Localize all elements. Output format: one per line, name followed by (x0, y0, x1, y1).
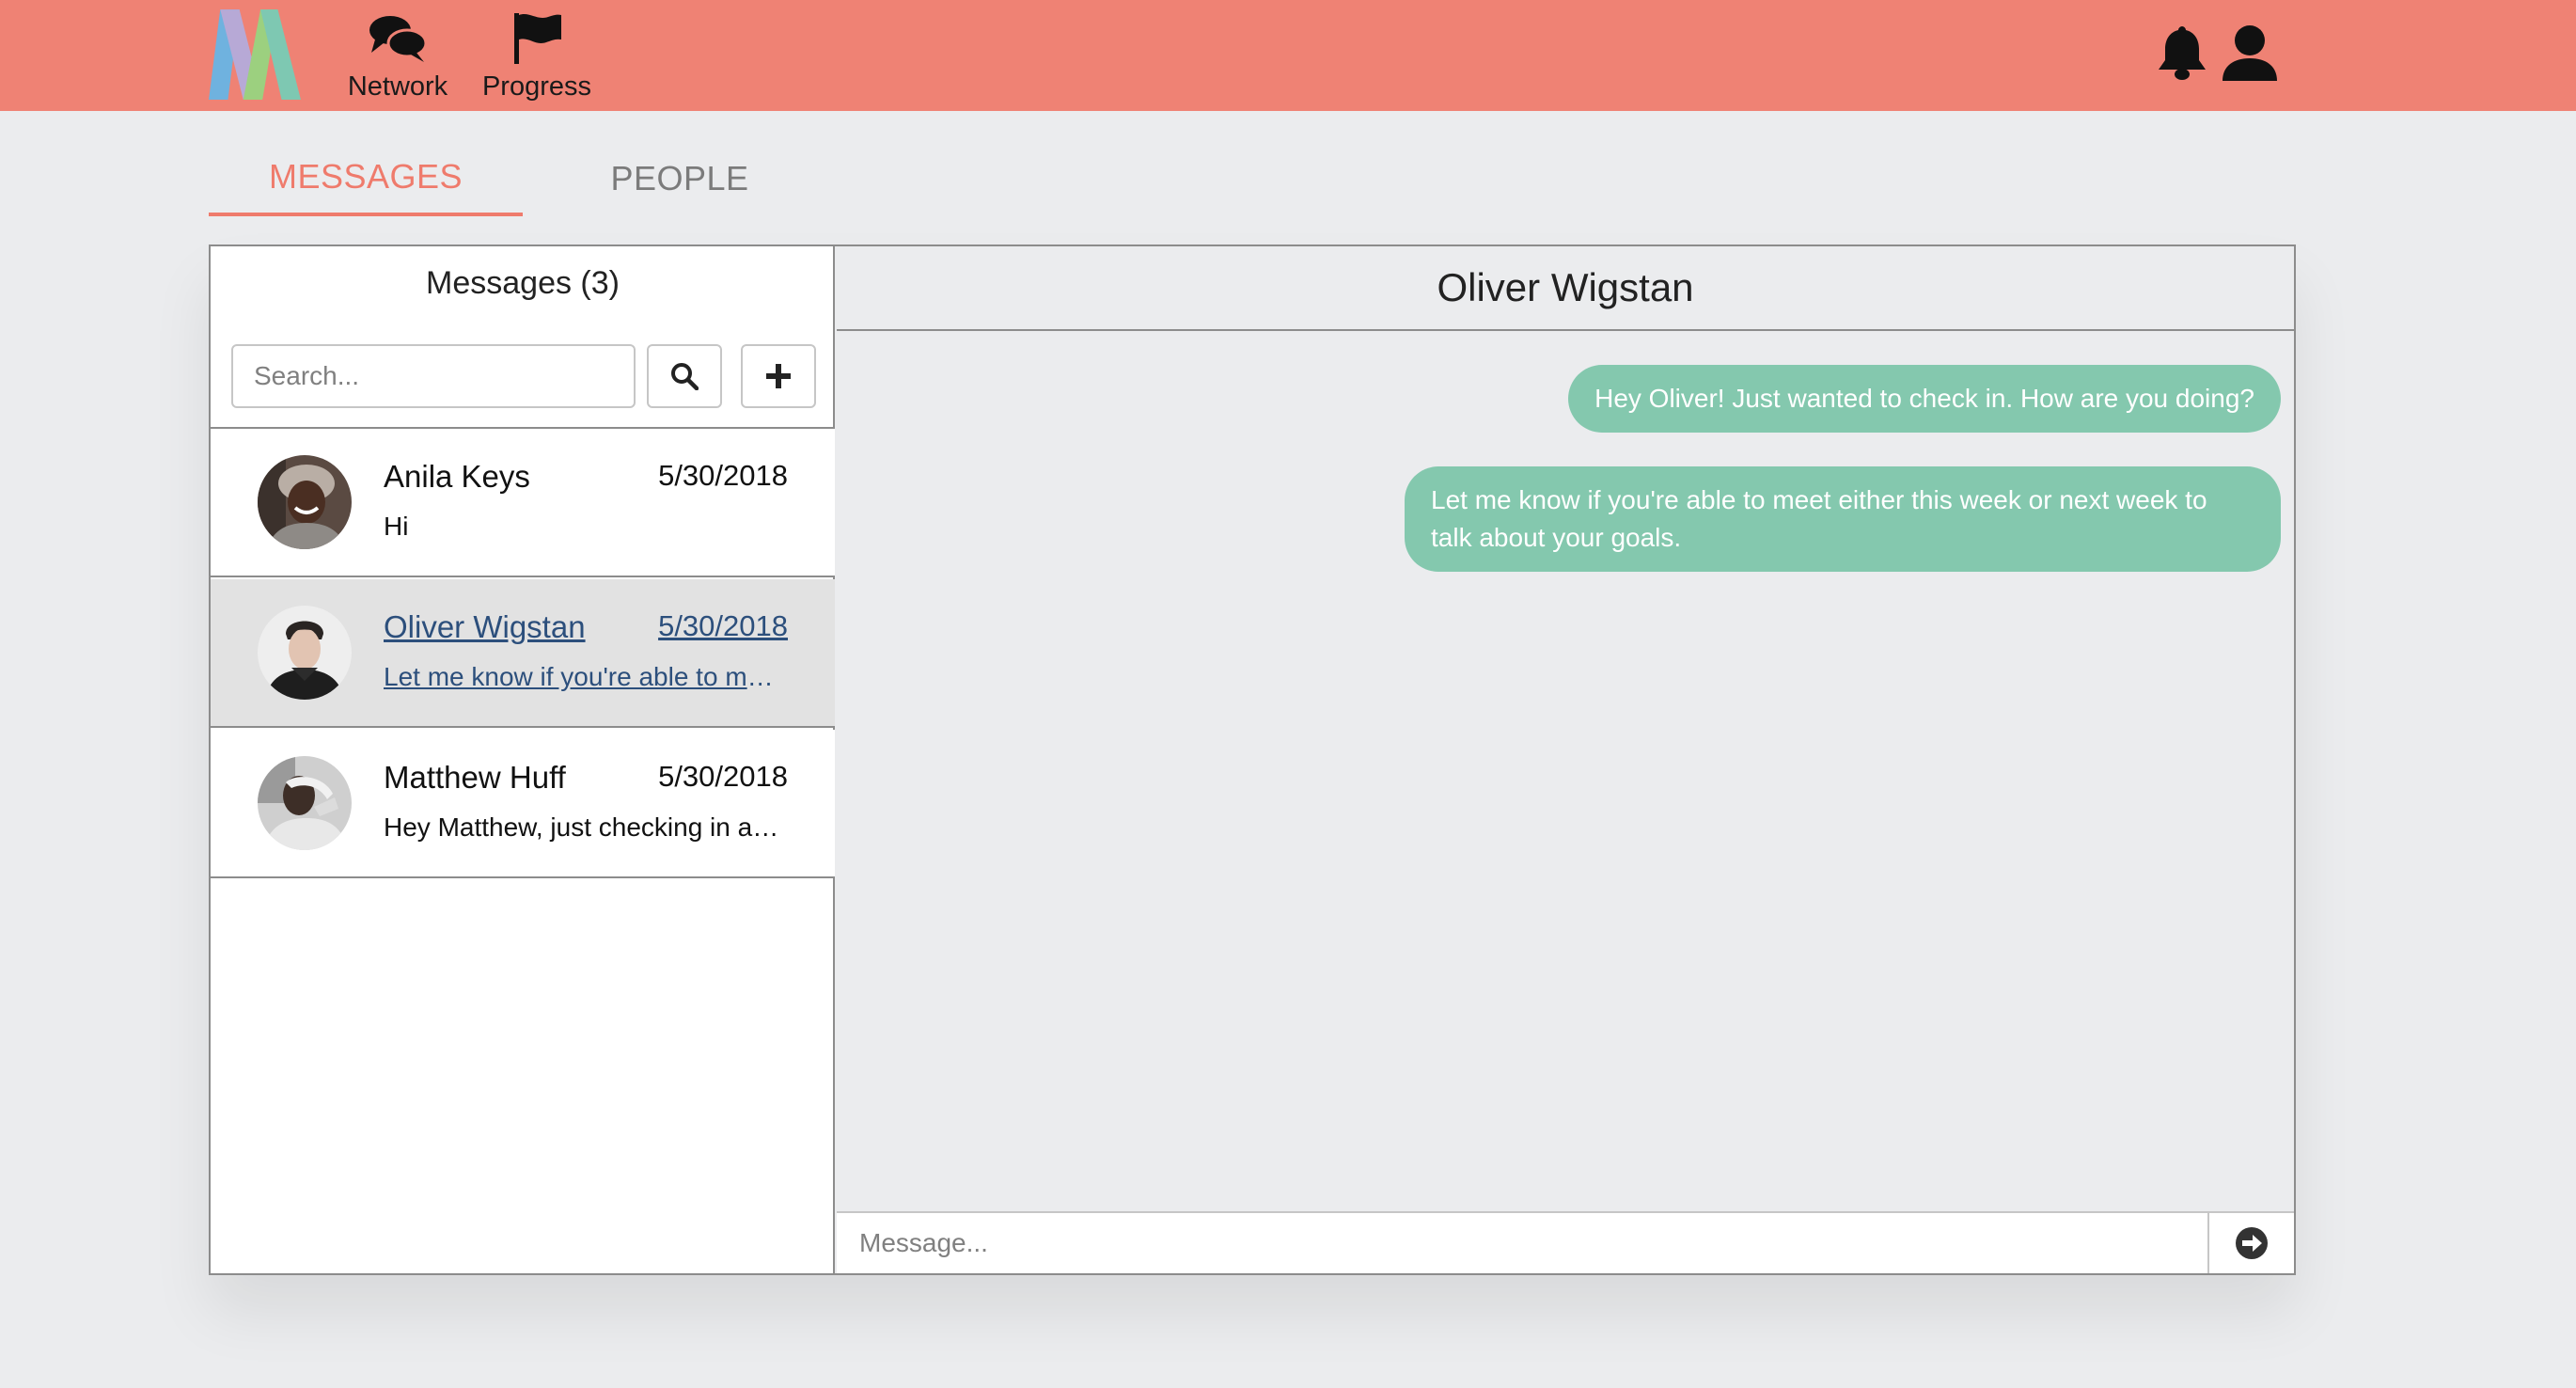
conversation-item-matthew-huff[interactable]: Matthew Huff 5/30/2018 Hey Matthew, just… (211, 730, 835, 878)
conversation-date: 5/30/2018 (658, 609, 788, 642)
sidebar-title: Messages (3) (426, 265, 620, 301)
conversation-snippet: Hey Matthew, just checking in and seeing… (384, 812, 788, 842)
conversation-item-oliver-wigstan[interactable]: Oliver Wigstan 5/30/2018 Let me know if … (211, 579, 835, 728)
conversation-snippet: Hi (384, 512, 409, 541)
chat-bubbles-icon (369, 16, 428, 62)
avatar (258, 756, 352, 850)
plus-icon (766, 364, 791, 388)
tab-people[interactable]: PEOPLE (523, 141, 837, 216)
chat-title: Oliver Wigstan (837, 246, 2294, 331)
message-input[interactable] (837, 1213, 2209, 1273)
message-bubble: Hey Oliver! Just wanted to check in. How… (1568, 365, 2281, 433)
nav-network-label: Network (347, 71, 448, 102)
nav-progress[interactable]: Progress (479, 11, 594, 105)
avatar (258, 606, 352, 700)
flag-icon (514, 13, 561, 64)
top-navigation-bar: Network Progress (0, 0, 2576, 111)
conversation-name: Oliver Wigstan (384, 609, 586, 644)
avatar (258, 455, 352, 549)
conversation-snippet: Let me know if you're able to meet eithe… (384, 662, 788, 691)
bell-icon[interactable] (2157, 24, 2207, 81)
messages-panel: Messages (3) Search... Anila Keys 5/30/2… (209, 244, 2296, 1275)
message-bubble: Let me know if you're able to meet eithe… (1405, 466, 2281, 572)
conversation-date: 5/30/2018 (658, 760, 788, 793)
new-message-button[interactable] (741, 344, 816, 408)
chat-pane: Oliver Wigstan Hey Oliver! Just wanted t… (837, 246, 2294, 1273)
nav-progress-label: Progress (481, 71, 592, 102)
logo-icon[interactable] (207, 6, 303, 102)
nav-network[interactable]: Network (346, 11, 449, 105)
conversation-date: 5/30/2018 (658, 459, 788, 492)
search-button[interactable] (647, 344, 722, 408)
search-icon (671, 363, 699, 390)
send-button[interactable] (2211, 1213, 2292, 1273)
user-icon[interactable] (2221, 24, 2279, 83)
conversation-sidebar: Messages (3) Search... Anila Keys 5/30/2… (211, 246, 835, 1273)
message-composer (837, 1211, 2294, 1273)
conversation-item-anila-keys[interactable]: Anila Keys 5/30/2018 Hi (211, 429, 835, 577)
arrow-right-circle-icon (2236, 1227, 2268, 1259)
conversation-name: Anila Keys (384, 459, 530, 494)
conversation-name: Matthew Huff (384, 760, 566, 795)
tab-messages[interactable]: MESSAGES (209, 141, 523, 216)
search-input[interactable] (231, 344, 636, 408)
